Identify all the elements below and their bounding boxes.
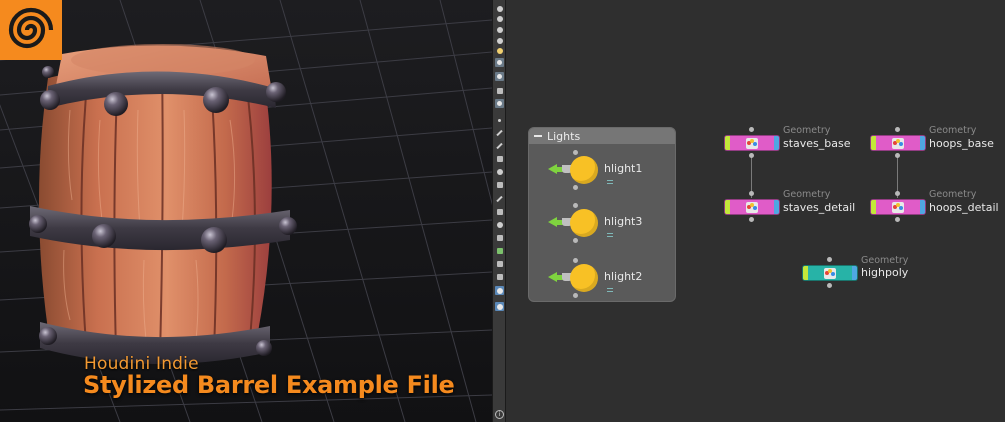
info-icon[interactable]: i xyxy=(495,410,504,419)
light-node-hlight3[interactable]: hlight3 xyxy=(548,203,648,243)
node-name: hoops_base xyxy=(929,137,994,150)
geo-node-staves-base[interactable]: Geometry staves_base xyxy=(722,125,882,158)
output-connector[interactable] xyxy=(749,153,754,158)
snap-icon[interactable] xyxy=(495,86,504,95)
node-name: hlight3 xyxy=(604,215,643,228)
input-connector[interactable] xyxy=(573,150,578,155)
input-connector[interactable] xyxy=(827,257,832,262)
node-body[interactable] xyxy=(724,135,780,151)
group-icon[interactable] xyxy=(495,246,504,255)
houdini-logo xyxy=(0,0,62,60)
node-type: Geometry xyxy=(861,255,909,266)
output-connector[interactable] xyxy=(573,185,578,190)
display-flag[interactable] xyxy=(871,200,876,214)
visibility-icon[interactable] xyxy=(495,167,504,176)
input-connector[interactable] xyxy=(749,191,754,196)
node-body[interactable] xyxy=(724,199,780,215)
light-bulb-icon xyxy=(570,209,598,237)
geo-node-staves-detail[interactable]: Geometry staves_detail xyxy=(722,189,882,222)
geo-node-highpoly[interactable]: Geometry highpoly xyxy=(800,254,940,288)
node-body[interactable] xyxy=(870,199,926,215)
view-icon[interactable] xyxy=(495,72,504,81)
node-type: Geometry xyxy=(929,189,977,200)
geo-node-hoops-base[interactable]: Geometry hoops_base xyxy=(868,125,1005,158)
network-box-header[interactable]: Lights xyxy=(529,128,675,144)
light-icon[interactable] xyxy=(495,36,504,45)
view-icon[interactable] xyxy=(495,286,504,295)
display-flag[interactable] xyxy=(871,136,876,150)
node-name: hlight1 xyxy=(604,162,643,175)
file-title: Stylized Barrel Example File xyxy=(83,371,455,399)
output-connector[interactable] xyxy=(573,293,578,298)
geometry-icon xyxy=(746,202,758,213)
input-connector[interactable] xyxy=(895,191,900,196)
brush-icon[interactable] xyxy=(495,141,504,150)
edge-icon[interactable] xyxy=(495,194,504,203)
grid-icon[interactable] xyxy=(495,233,504,242)
node-type: Geometry xyxy=(929,125,977,136)
snap-icon[interactable] xyxy=(495,259,504,268)
render-flag-icon xyxy=(607,233,613,237)
camera-icon[interactable] xyxy=(495,58,504,67)
geometry-icon xyxy=(892,202,904,213)
snap-icon[interactable] xyxy=(495,180,504,189)
node-name: staves_detail xyxy=(783,201,856,214)
light-icon[interactable] xyxy=(495,46,504,55)
geo-node-hoops-detail[interactable]: Geometry hoops_detail xyxy=(868,189,1005,222)
node-type: Geometry xyxy=(783,125,831,136)
render-flag-icon xyxy=(607,180,613,184)
group-icon[interactable] xyxy=(495,207,504,216)
display-flag[interactable] xyxy=(803,266,808,280)
render-flag[interactable] xyxy=(920,200,925,214)
output-connector[interactable] xyxy=(573,238,578,243)
grid-icon[interactable] xyxy=(495,272,504,281)
barrel-model xyxy=(29,44,297,365)
point-icon[interactable] xyxy=(495,116,504,125)
display-flag[interactable] xyxy=(725,136,730,150)
light-node-hlight2[interactable]: hlight2 xyxy=(548,258,648,298)
edge-icon[interactable] xyxy=(495,128,504,137)
light-bulb-icon xyxy=(570,156,598,184)
geometry-icon xyxy=(746,138,758,149)
geometry-icon xyxy=(824,268,836,279)
node-name: hlight2 xyxy=(604,270,643,283)
geometry-icon xyxy=(892,138,904,149)
visibility-icon[interactable] xyxy=(495,302,504,311)
output-connector[interactable] xyxy=(749,217,754,222)
display-flag[interactable] xyxy=(725,200,730,214)
render-flag[interactable] xyxy=(852,266,857,280)
node-name: staves_base xyxy=(783,137,851,150)
output-connector[interactable] xyxy=(895,153,900,158)
node-body[interactable] xyxy=(802,265,858,281)
light-node-hlight1[interactable]: hlight1 xyxy=(548,150,648,190)
render-flag[interactable] xyxy=(774,200,779,214)
render-flag-icon xyxy=(607,288,613,292)
input-connector[interactable] xyxy=(749,127,754,132)
output-connector[interactable] xyxy=(895,217,900,222)
group-icon[interactable] xyxy=(495,154,504,163)
input-connector[interactable] xyxy=(895,127,900,132)
network-box-title: Lights xyxy=(547,129,581,143)
render-flag[interactable] xyxy=(774,136,779,150)
viewport-render xyxy=(0,0,492,422)
light-bulb-icon xyxy=(570,264,598,292)
input-connector[interactable] xyxy=(573,258,578,263)
grid-icon[interactable] xyxy=(495,99,504,108)
handle-icon[interactable] xyxy=(495,25,504,34)
viewport-toolbar: i xyxy=(492,0,506,422)
node-body[interactable] xyxy=(870,135,926,151)
network-editor[interactable]: Lights hlight1 hlight3 hlight2 Geometry … xyxy=(506,0,1005,422)
scene-viewport[interactable]: Houdini Indie Stylized Barrel Example Fi… xyxy=(0,0,492,422)
collapse-icon[interactable] xyxy=(534,135,542,137)
render-flag[interactable] xyxy=(920,136,925,150)
node-type: Geometry xyxy=(783,189,831,200)
node-name: hoops_detail xyxy=(929,201,999,214)
pose-icon[interactable] xyxy=(495,14,504,23)
node-name: highpoly xyxy=(861,266,909,279)
input-connector[interactable] xyxy=(573,203,578,208)
select-icon[interactable] xyxy=(495,4,504,13)
render-icon[interactable] xyxy=(495,220,504,229)
output-connector[interactable] xyxy=(827,283,832,288)
